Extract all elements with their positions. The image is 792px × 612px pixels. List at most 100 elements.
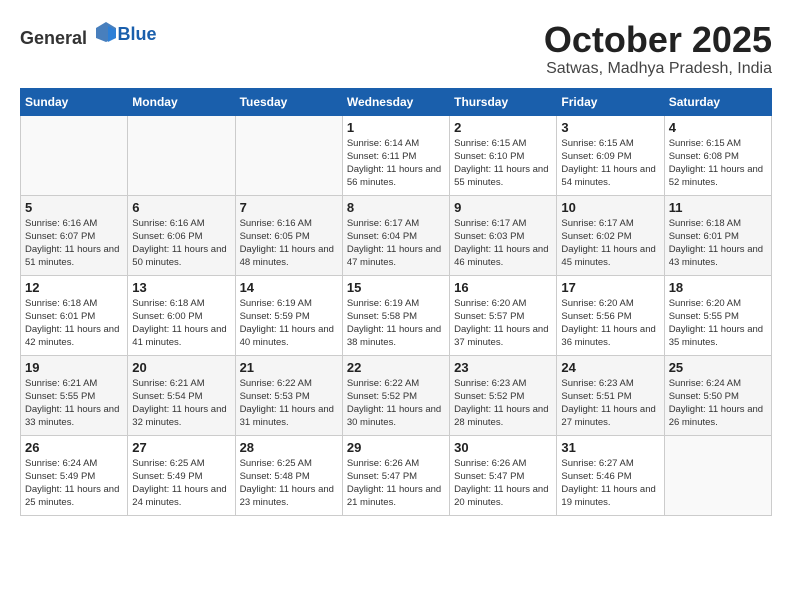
calendar-cell: 26 Sunrise: 6:24 AMSunset: 5:49 PMDayligh… <box>21 435 128 515</box>
day-number: 8 <box>347 200 445 215</box>
logo-icon <box>94 20 118 44</box>
day-info: Sunrise: 6:17 AMSunset: 6:03 PMDaylight:… <box>454 217 552 270</box>
calendar-cell: 3Sunrise: 6:15 AMSunset: 6:09 PMDaylight… <box>557 115 664 195</box>
day-number: 31 <box>561 440 659 455</box>
calendar-cell: 15 Sunrise: 6:19 AMSunset: 5:58 PMDayligh… <box>342 275 449 355</box>
day-info: Sunrise: 6:26 AMSunset: 5:47 PMDaylight:… <box>347 457 445 510</box>
title-section: October 2025 Satwas, Madhya Pradesh, Ind… <box>544 20 772 78</box>
day-info: Sunrise: 6:24 AMSunset: 5:49 PMDaylight:… <box>25 457 123 510</box>
weekday-header-saturday: Saturday <box>664 88 771 115</box>
calendar-cell: 25 Sunrise: 6:24 AMSunset: 5:50 PMDayligh… <box>664 355 771 435</box>
day-info: Sunrise: 6:19 AMSunset: 5:59 PMDaylight:… <box>240 297 338 350</box>
calendar-cell: 2 Sunrise: 6:15 AMSunset: 6:10 PMDaylight… <box>450 115 557 195</box>
day-number: 19 <box>25 360 123 375</box>
calendar-cell: 7 Sunrise: 6:16 AMSunset: 6:05 PMDaylight… <box>235 195 342 275</box>
day-number: 23 <box>454 360 552 375</box>
calendar-cell: 1 Sunrise: 6:14 AMSunset: 6:11 PMDaylight… <box>342 115 449 195</box>
day-number: 13 <box>132 280 230 295</box>
day-info: Sunrise: 6:19 AMSunset: 5:58 PMDaylight:… <box>347 297 445 350</box>
day-info: Sunrise: 6:16 AMSunset: 6:07 PMDaylight:… <box>25 217 123 270</box>
week-row-5: 26 Sunrise: 6:24 AMSunset: 5:49 PMDayligh… <box>21 435 772 515</box>
day-number: 17 <box>561 280 659 295</box>
day-number: 7 <box>240 200 338 215</box>
calendar-cell <box>664 435 771 515</box>
calendar-cell: 30Sunrise: 6:26 AMSunset: 5:47 PMDayligh… <box>450 435 557 515</box>
calendar-cell <box>128 115 235 195</box>
day-info: Sunrise: 6:22 AMSunset: 5:52 PMDaylight:… <box>347 377 445 430</box>
weekday-header-row: SundayMondayTuesdayWednesdayThursdayFrid… <box>21 88 772 115</box>
day-info: Sunrise: 6:16 AMSunset: 6:06 PMDaylight:… <box>132 217 230 270</box>
calendar-cell: 8Sunrise: 6:17 AMSunset: 6:04 PMDaylight… <box>342 195 449 275</box>
day-number: 16 <box>454 280 552 295</box>
day-number: 30 <box>454 440 552 455</box>
day-info: Sunrise: 6:25 AMSunset: 5:48 PMDaylight:… <box>240 457 338 510</box>
day-info: Sunrise: 6:16 AMSunset: 6:05 PMDaylight:… <box>240 217 338 270</box>
weekday-header-monday: Monday <box>128 88 235 115</box>
weekday-header-wednesday: Wednesday <box>342 88 449 115</box>
logo: General Blue <box>20 20 157 49</box>
day-info: Sunrise: 6:25 AMSunset: 5:49 PMDaylight:… <box>132 457 230 510</box>
day-number: 14 <box>240 280 338 295</box>
calendar-cell: 18Sunrise: 6:20 AMSunset: 5:55 PMDayligh… <box>664 275 771 355</box>
calendar-cell: 13 Sunrise: 6:18 AMSunset: 6:00 PMDayligh… <box>128 275 235 355</box>
weekday-header-sunday: Sunday <box>21 88 128 115</box>
day-number: 5 <box>25 200 123 215</box>
calendar-cell: 24 Sunrise: 6:23 AMSunset: 5:51 PMDayligh… <box>557 355 664 435</box>
day-info: Sunrise: 6:21 AMSunset: 5:55 PMDaylight:… <box>25 377 123 430</box>
calendar-cell <box>21 115 128 195</box>
day-number: 2 <box>454 120 552 135</box>
day-number: 6 <box>132 200 230 215</box>
week-row-2: 5 Sunrise: 6:16 AMSunset: 6:07 PMDaylight… <box>21 195 772 275</box>
day-info: Sunrise: 6:23 AMSunset: 5:52 PMDaylight:… <box>454 377 552 430</box>
weekday-header-friday: Friday <box>557 88 664 115</box>
calendar-cell: 29 Sunrise: 6:26 AMSunset: 5:47 PMDayligh… <box>342 435 449 515</box>
day-number: 26 <box>25 440 123 455</box>
day-info: Sunrise: 6:24 AMSunset: 5:50 PMDaylight:… <box>669 377 767 430</box>
page-container: General Blue October 2025 Satwas, Madhya… <box>20 20 772 516</box>
day-info: Sunrise: 6:14 AMSunset: 6:11 PMDaylight:… <box>347 137 445 190</box>
day-number: 20 <box>132 360 230 375</box>
calendar-cell: 4 Sunrise: 6:15 AMSunset: 6:08 PMDaylight… <box>664 115 771 195</box>
week-row-1: 1 Sunrise: 6:14 AMSunset: 6:11 PMDaylight… <box>21 115 772 195</box>
calendar-cell: 20 Sunrise: 6:21 AMSunset: 5:54 PMDayligh… <box>128 355 235 435</box>
day-number: 15 <box>347 280 445 295</box>
calendar-cell: 12 Sunrise: 6:18 AMSunset: 6:01 PMDayligh… <box>21 275 128 355</box>
calendar-cell: 21Sunrise: 6:22 AMSunset: 5:53 PMDayligh… <box>235 355 342 435</box>
day-info: Sunrise: 6:20 AMSunset: 5:57 PMDaylight:… <box>454 297 552 350</box>
day-number: 1 <box>347 120 445 135</box>
day-info: Sunrise: 6:18 AMSunset: 6:01 PMDaylight:… <box>25 297 123 350</box>
day-number: 24 <box>561 360 659 375</box>
day-number: 12 <box>25 280 123 295</box>
month-year: October 2025 <box>544 20 772 60</box>
calendar-cell <box>235 115 342 195</box>
day-info: Sunrise: 6:15 AMSunset: 6:10 PMDaylight:… <box>454 137 552 190</box>
calendar-cell: 22 Sunrise: 6:22 AMSunset: 5:52 PMDayligh… <box>342 355 449 435</box>
day-number: 4 <box>669 120 767 135</box>
day-info: Sunrise: 6:15 AMSunset: 6:08 PMDaylight:… <box>669 137 767 190</box>
day-number: 9 <box>454 200 552 215</box>
calendar-cell: 28 Sunrise: 6:25 AMSunset: 5:48 PMDayligh… <box>235 435 342 515</box>
day-info: Sunrise: 6:21 AMSunset: 5:54 PMDaylight:… <box>132 377 230 430</box>
calendar-cell: 27Sunrise: 6:25 AMSunset: 5:49 PMDayligh… <box>128 435 235 515</box>
day-number: 29 <box>347 440 445 455</box>
header: General Blue October 2025 Satwas, Madhya… <box>20 20 772 78</box>
day-info: Sunrise: 6:18 AMSunset: 6:00 PMDaylight:… <box>132 297 230 350</box>
day-number: 22 <box>347 360 445 375</box>
weekday-header-thursday: Thursday <box>450 88 557 115</box>
day-number: 18 <box>669 280 767 295</box>
day-number: 10 <box>561 200 659 215</box>
calendar-cell: 31Sunrise: 6:27 AMSunset: 5:46 PMDayligh… <box>557 435 664 515</box>
calendar-cell: 10Sunrise: 6:17 AMSunset: 6:02 PMDayligh… <box>557 195 664 275</box>
day-number: 28 <box>240 440 338 455</box>
day-info: Sunrise: 6:23 AMSunset: 5:51 PMDaylight:… <box>561 377 659 430</box>
day-number: 25 <box>669 360 767 375</box>
logo-blue: Blue <box>118 24 157 44</box>
location: Satwas, Madhya Pradesh, India <box>544 60 772 78</box>
calendar-cell: 5 Sunrise: 6:16 AMSunset: 6:07 PMDaylight… <box>21 195 128 275</box>
day-number: 21 <box>240 360 338 375</box>
day-info: Sunrise: 6:18 AMSunset: 6:01 PMDaylight:… <box>669 217 767 270</box>
logo-general: General <box>20 28 87 48</box>
calendar-cell: 14 Sunrise: 6:19 AMSunset: 5:59 PMDayligh… <box>235 275 342 355</box>
day-info: Sunrise: 6:20 AMSunset: 5:56 PMDaylight:… <box>561 297 659 350</box>
calendar-cell: 23 Sunrise: 6:23 AMSunset: 5:52 PMDayligh… <box>450 355 557 435</box>
